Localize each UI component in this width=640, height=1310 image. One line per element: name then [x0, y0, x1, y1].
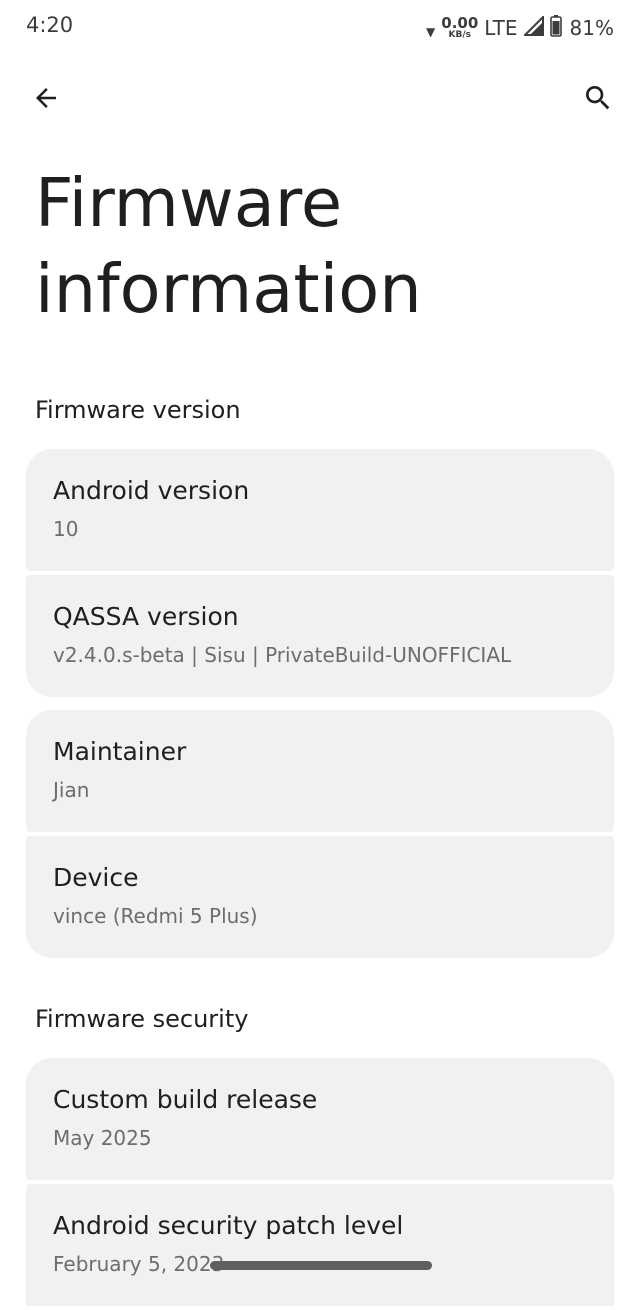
card-group-device: Maintainer Jian Device vince (Redmi 5 Pl… [26, 710, 614, 958]
signal-icon [522, 14, 544, 40]
pref-summary: Jian [53, 778, 90, 802]
search-icon [582, 82, 614, 118]
pref-summary: vince (Redmi 5 Plus) [53, 904, 258, 928]
battery-percentage: 81% [569, 16, 614, 40]
status-bar: 4:20 ▼ 0.00 KB/s LTE 81% [0, 0, 640, 56]
app-bar [0, 66, 640, 136]
search-button[interactable] [576, 78, 620, 122]
status-time: 4:20 [26, 13, 74, 37]
battery-icon [549, 15, 562, 41]
card-group-security: Custom build release May 2025 Android se… [26, 1058, 614, 1310]
pref-title: Android version [53, 476, 250, 505]
pref-title: QASSA version [53, 602, 239, 631]
pref-summary: 10 [53, 517, 79, 541]
section-header-firmware-security: Firmware security [35, 1005, 249, 1033]
pref-title: Custom build release [53, 1085, 318, 1114]
page-title: Firmware information [35, 164, 422, 328]
back-button[interactable] [24, 78, 68, 122]
net-speed-value: 0.00 [441, 14, 479, 32]
status-indicators: ▼ 0.00 KB/s LTE 81% [426, 10, 614, 46]
pref-maintainer[interactable]: Maintainer Jian [26, 710, 614, 832]
pref-summary: May 2025 [53, 1126, 152, 1150]
pref-android-version[interactable]: Android version 10 [26, 449, 614, 571]
network-type: LTE [484, 16, 518, 40]
pref-qassa-version[interactable]: QASSA version v2.4.0.s-beta | Sisu | Pri… [26, 575, 614, 697]
pref-summary: v2.4.0.s-beta | Sisu | PrivateBuild-UNOF… [53, 643, 512, 667]
arrow-back-icon [31, 83, 61, 117]
section-header-firmware-version: Firmware version [35, 396, 241, 424]
pref-device[interactable]: Device vince (Redmi 5 Plus) [26, 836, 614, 958]
card-group-versions: Android version 10 QASSA version v2.4.0.… [26, 449, 614, 697]
data-activity-icon: ▼ [426, 25, 436, 39]
pref-title: Android security patch level [53, 1211, 404, 1240]
pref-title: Maintainer [53, 737, 187, 766]
pref-security-patch-level[interactable]: Android security patch level February 5,… [26, 1184, 614, 1306]
net-speed-unit: KB/s [448, 30, 472, 40]
pref-custom-build-release[interactable]: Custom build release May 2025 [26, 1058, 614, 1180]
gesture-nav-handle[interactable] [210, 1261, 432, 1270]
net-speed: 0.00 KB/s [441, 16, 478, 40]
pref-title: Device [53, 863, 139, 892]
